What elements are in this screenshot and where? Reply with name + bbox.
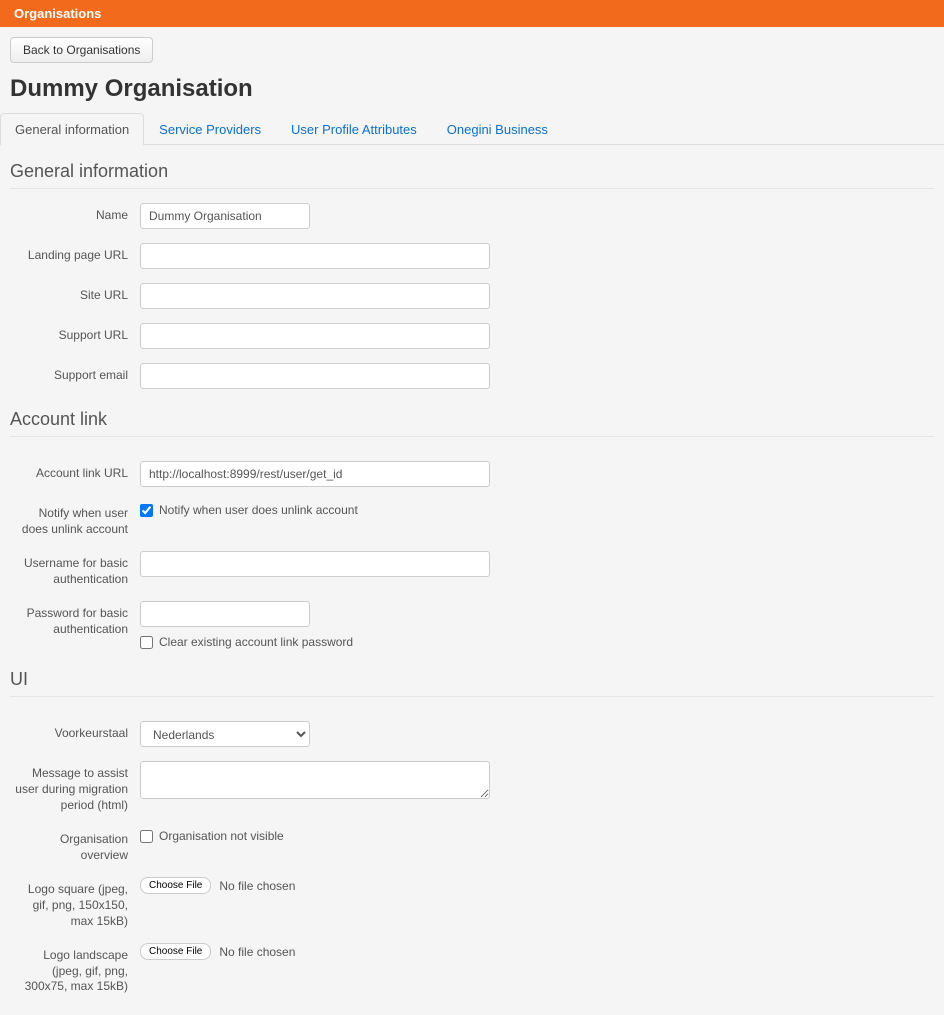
tab-user-profile-attributes[interactable]: User Profile Attributes xyxy=(276,113,432,145)
header-title: Organisations xyxy=(14,6,101,21)
section-ui-title: UI xyxy=(10,669,934,697)
basic-auth-username-label: Username for basic authentication xyxy=(10,551,140,587)
landing-url-label: Landing page URL xyxy=(10,243,140,264)
back-to-organisations-button[interactable]: Back to Organisations xyxy=(10,37,153,63)
notify-unlink-label: Notify when user does unlink account xyxy=(10,501,140,537)
basic-auth-username-input[interactable] xyxy=(140,551,490,577)
notify-unlink-checkbox-label: Notify when user does unlink account xyxy=(159,503,358,517)
section-account-link-title: Account link xyxy=(10,409,934,437)
section-general-title: General information xyxy=(10,161,934,189)
logo-landscape-label: Logo landscape (jpeg, gif, png, 300x75, … xyxy=(10,943,140,995)
support-url-input[interactable] xyxy=(140,323,490,349)
logo-square-label: Logo square (jpeg, gif, png, 150x150, ma… xyxy=(10,877,140,929)
support-email-label: Support email xyxy=(10,363,140,384)
language-label: Voorkeurstaal xyxy=(10,721,140,742)
tabs: General information Service Providers Us… xyxy=(0,113,944,145)
org-not-visible-checkbox[interactable] xyxy=(140,830,153,843)
tab-service-providers[interactable]: Service Providers xyxy=(144,113,276,145)
section-account-link: Account link Account link URL Notify whe… xyxy=(10,409,934,649)
tab-onegini-business[interactable]: Onegini Business xyxy=(432,113,563,145)
site-url-input[interactable] xyxy=(140,283,490,309)
section-general: General information Name Landing page UR… xyxy=(10,161,934,389)
header-bar: Organisations xyxy=(0,0,944,27)
page-title: Dummy Organisation xyxy=(10,75,934,103)
logo-square-status: No file chosen xyxy=(219,879,295,893)
logo-square-choose-button[interactable]: Choose File xyxy=(140,877,211,894)
landing-url-input[interactable] xyxy=(140,243,490,269)
clear-password-checkbox[interactable] xyxy=(140,636,153,649)
logo-landscape-choose-button[interactable]: Choose File xyxy=(140,943,211,960)
basic-auth-password-label: Password for basic authentication xyxy=(10,601,140,637)
migration-msg-label: Message to assist user during migration … xyxy=(10,761,140,813)
support-email-input[interactable] xyxy=(140,363,490,389)
name-label: Name xyxy=(10,203,140,224)
basic-auth-password-input[interactable] xyxy=(140,601,310,627)
support-url-label: Support URL xyxy=(10,323,140,344)
site-url-label: Site URL xyxy=(10,283,140,304)
name-input[interactable] xyxy=(140,203,310,229)
language-select[interactable]: Nederlands xyxy=(140,721,310,747)
toolbar: Back to Organisations xyxy=(0,27,944,69)
tab-general-information[interactable]: General information xyxy=(0,113,144,145)
notify-unlink-checkbox[interactable] xyxy=(140,504,153,517)
logo-landscape-status: No file chosen xyxy=(219,945,295,959)
migration-msg-textarea[interactable] xyxy=(140,761,490,799)
clear-password-label: Clear existing account link password xyxy=(159,635,353,649)
account-link-url-input[interactable] xyxy=(140,461,490,487)
org-overview-label: Organisation overview xyxy=(10,827,140,863)
org-not-visible-label: Organisation not visible xyxy=(159,829,284,843)
section-ui: UI Voorkeurstaal Nederlands Message to a… xyxy=(10,669,934,995)
account-link-url-label: Account link URL xyxy=(10,461,140,482)
